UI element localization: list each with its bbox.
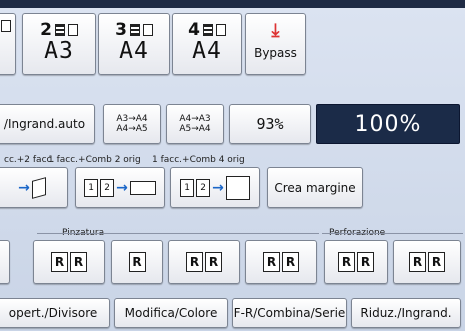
ratio-value: 93% (256, 115, 284, 133)
arrow-right-icon: → (212, 179, 224, 196)
paper-stack-icon (129, 24, 140, 36)
tray-number: 3 (115, 20, 127, 40)
full-size-label: 100% (354, 111, 422, 137)
preset-reduce-bottom: A4→A5 (116, 124, 148, 134)
combined-four-page-icon (225, 175, 250, 200)
paper-stack-icon (54, 24, 65, 36)
page-icon: 1 (180, 178, 195, 197)
staple-two-top-button[interactable]: RR (245, 240, 317, 284)
r-page-icon: R (263, 252, 280, 272)
staple-top-right-button[interactable]: R (111, 240, 163, 284)
r-page-icon: R (428, 252, 445, 272)
tab-label: Modifica/Colore (124, 306, 218, 320)
tab-reduce-enlarge[interactable]: Riduz./Ingrand. (351, 298, 461, 328)
bypass-label: Bypass (254, 46, 297, 60)
punch-divider (322, 233, 463, 234)
combine-4-originals-button[interactable]: 12 → (170, 167, 260, 208)
r-page-icon: R (357, 252, 374, 272)
tray-paper-size: A4 (119, 38, 149, 64)
staple-divider (37, 233, 319, 234)
create-margin-button[interactable]: Crea margine (267, 167, 363, 208)
page-icon: 1 (84, 178, 99, 197)
preset-enlarge-bottom: A5→A4 (179, 124, 211, 134)
tab-cover-divider[interactable]: opert./Divisore (0, 298, 110, 328)
combine-caption-left: cc.+2 facc. (4, 155, 55, 165)
punch-left-button[interactable]: RR (324, 240, 388, 284)
r-page-icon: R (282, 252, 299, 272)
paper-tray-1-button[interactable] (0, 13, 16, 75)
paper-tray-3-button[interactable]: 3 A4 (98, 13, 170, 75)
punch-top-button[interactable]: RR (393, 240, 461, 284)
staple-top-left-button[interactable]: RR (33, 240, 105, 284)
paper-tray-2-button[interactable]: 2 A3 (22, 13, 96, 75)
r-page-icon: R (409, 252, 426, 272)
tray-paper-size: A3 (44, 38, 74, 64)
combine-caption-mid: 1 facc.+Comb 2 orig (48, 155, 141, 165)
paper-stack-icon (202, 24, 213, 36)
top-status-bar (0, 0, 465, 8)
full-size-button[interactable]: 100% (316, 104, 460, 144)
tab-duplex-combine-series[interactable]: F-R/Combina/Serie (232, 298, 347, 328)
tab-label: opert./Divisore (8, 306, 98, 320)
tab-label: F-R/Combina/Serie (233, 306, 346, 320)
preset-reduce-top: A3→A4 (116, 114, 148, 124)
auto-reduce-enlarge-label: /Ingrand.auto (3, 117, 86, 131)
paper-sheet-icon (1, 20, 11, 32)
bypass-arrow-icon: ⤓ (271, 20, 280, 41)
combined-page-icon (129, 180, 156, 195)
combine-2-originals-button[interactable]: 12 → (75, 167, 165, 208)
preset-enlarge-button[interactable]: A4→A3 A5→A4 (166, 104, 224, 144)
auto-reduce-enlarge-button[interactable]: /Ingrand.auto (0, 104, 95, 144)
arrow-right-icon: → (116, 179, 128, 196)
paper-tray-4-button[interactable]: 4 A4 (172, 13, 242, 75)
paper-sheet-icon (215, 24, 226, 36)
arrow-right-icon: → (18, 179, 30, 196)
page-icon: 2 (100, 178, 115, 197)
tab-label: Riduz./Ingrand. (360, 306, 452, 320)
preset-enlarge-top: A4→A3 (179, 114, 211, 124)
tab-edit-color[interactable]: Modifica/Colore (114, 298, 228, 328)
tray-number: 4 (188, 20, 200, 40)
staple-two-left-button[interactable]: RR (168, 240, 240, 284)
r-page-icon: R (70, 252, 87, 272)
r-page-icon: R (205, 252, 222, 272)
preset-reduce-button[interactable]: A3→A4 A4→A5 (103, 104, 161, 144)
r-page-icon: R (51, 252, 68, 272)
paper-sheet-icon (67, 24, 78, 36)
paper-sheet-icon (142, 24, 153, 36)
staple-option-partial[interactable] (0, 240, 10, 284)
bypass-tray-button[interactable]: ⤓ Bypass (245, 13, 306, 75)
r-page-icon: R (186, 252, 203, 272)
tray-paper-size: A4 (192, 38, 222, 64)
page-icon: 2 (196, 178, 211, 197)
create-margin-label: Crea margine (274, 180, 356, 195)
duplex-copy-button[interactable]: → (0, 167, 68, 208)
ratio-value-button[interactable]: 93% (229, 104, 311, 144)
r-page-icon: R (128, 252, 146, 272)
page-stack-icon (31, 176, 46, 199)
r-page-icon: R (338, 252, 355, 272)
tray-number: 2 (40, 20, 52, 40)
combine-caption-right: 1 facc.+Comb 4 orig (152, 155, 245, 165)
